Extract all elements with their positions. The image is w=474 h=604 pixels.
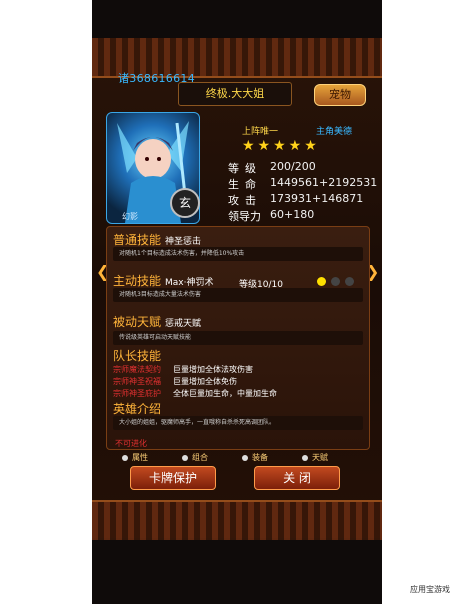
normal-skill-desc: 对随机1个目标造成法术伤害，并降低10%攻击 — [113, 247, 363, 261]
normal-skill-name: 神圣惩击 — [165, 237, 202, 247]
stat-label: 生命 — [228, 178, 262, 191]
bottom-ornament — [92, 500, 382, 540]
tab-attributes[interactable]: 属性 — [122, 452, 182, 463]
close-button[interactable]: 关 闭 — [254, 466, 340, 490]
skill-panel: 普通技能 神圣惩击 对随机1个目标造成法术伤害，并降低10%攻击 主动技能 Ma… — [106, 226, 370, 450]
active-skill-title: 主动技能 — [113, 274, 162, 288]
team-skill-effect: 全体巨量加生命，中量加生命 — [173, 389, 277, 398]
tab-label: 装备 — [252, 453, 268, 462]
pet-button[interactable]: 宠物 — [314, 84, 366, 106]
intro-title: 英雄介绍 — [113, 402, 162, 416]
team-skill-row: 宗师神圣祝福 巨量增加全体免伤 — [113, 376, 237, 387]
stat-label: 攻击 — [228, 194, 262, 207]
element-badge-icon: 玄 — [170, 188, 200, 218]
tab-dot-icon — [242, 454, 248, 461]
stat-value: 173931+146871 — [270, 192, 364, 205]
hero-tag: 幻影 — [122, 212, 138, 221]
passive-title: 被动天赋 — [113, 315, 162, 329]
tag-virtue: 主角美德 — [316, 127, 353, 137]
card-protect-button[interactable]: 卡牌保护 — [130, 466, 216, 490]
team-skill-name: 宗师神圣祝福 — [113, 377, 161, 386]
hero-title: 终极.大大姐 — [178, 82, 292, 106]
watermark: 应用宝游戏 — [410, 585, 450, 594]
tab-dot-icon — [122, 454, 128, 461]
level-dot-icon — [345, 277, 354, 286]
star-rating: ★★★★★ — [242, 138, 320, 154]
stat-hp: 生命 1449561+2192531 — [228, 176, 378, 192]
passive-desc: 传说级英雄可启动天赋技能 — [113, 331, 363, 345]
stat-value: 60+180 — [270, 208, 315, 221]
active-skill-desc: 对随机3目标造成大量法术伤害 — [113, 288, 363, 302]
active-skill-name: Max·神罚术 — [165, 278, 214, 288]
stat-attack: 攻击 173931+146871 — [228, 192, 378, 208]
team-skill-row: 宗师魔法契约 巨量增加全体法攻伤害 — [113, 364, 253, 375]
stats-list: 等级 200/200 生命 1449561+2192531 攻击 173931+… — [228, 160, 378, 224]
tag-unique: 上阵唯一 — [242, 127, 279, 137]
tab-label: 属性 — [132, 453, 148, 462]
tab-equipment[interactable]: 装备 — [242, 452, 302, 463]
team-skill-name: 宗师魔法契约 — [113, 365, 161, 374]
stat-leadership: 领导力 60+180 — [228, 208, 378, 224]
stat-label: 领导力 — [228, 210, 261, 223]
team-skill-effect: 巨量增加全体免伤 — [173, 377, 237, 386]
level-dot-icon — [331, 277, 340, 286]
team-skill-effect: 巨量增加全体法攻伤害 — [173, 365, 253, 374]
tab-talent[interactable]: 天赋 — [302, 452, 362, 463]
team-skill-row: 宗师神圣庇护 全体巨量加生命，中量加生命 — [113, 388, 277, 399]
game-screen: 诸368616614 终极.大大姐 宠物 玄 幻影 上阵唯一 主角美德 ★★★★… — [92, 0, 382, 604]
stat-label: 等级 — [228, 162, 262, 175]
intro-desc: 大小姐的姐姐，驱魔师高手，一直哦称自杀杀死高调团队。 — [113, 416, 363, 430]
stat-value: 1449561+2192531 — [270, 176, 378, 189]
passive-name: 惩戒天赋 — [165, 319, 202, 329]
tab-bar: 属性 组合 装备 天赋 — [122, 452, 362, 463]
tab-dot-icon — [182, 454, 188, 461]
normal-skill-title: 普通技能 — [113, 233, 162, 247]
stat-value: 200/200 — [270, 160, 316, 173]
tab-label: 天赋 — [312, 453, 328, 462]
tab-dot-icon — [302, 454, 308, 461]
team-skill-title: 队长技能 — [113, 349, 162, 363]
evolve-status: 不可进化 — [115, 439, 147, 448]
team-skill-name: 宗师神圣庇护 — [113, 389, 161, 398]
tab-combo[interactable]: 组合 — [182, 452, 242, 463]
stat-level: 等级 200/200 — [228, 160, 378, 176]
tab-label: 组合 — [192, 453, 208, 462]
level-dot-icon — [317, 277, 326, 286]
